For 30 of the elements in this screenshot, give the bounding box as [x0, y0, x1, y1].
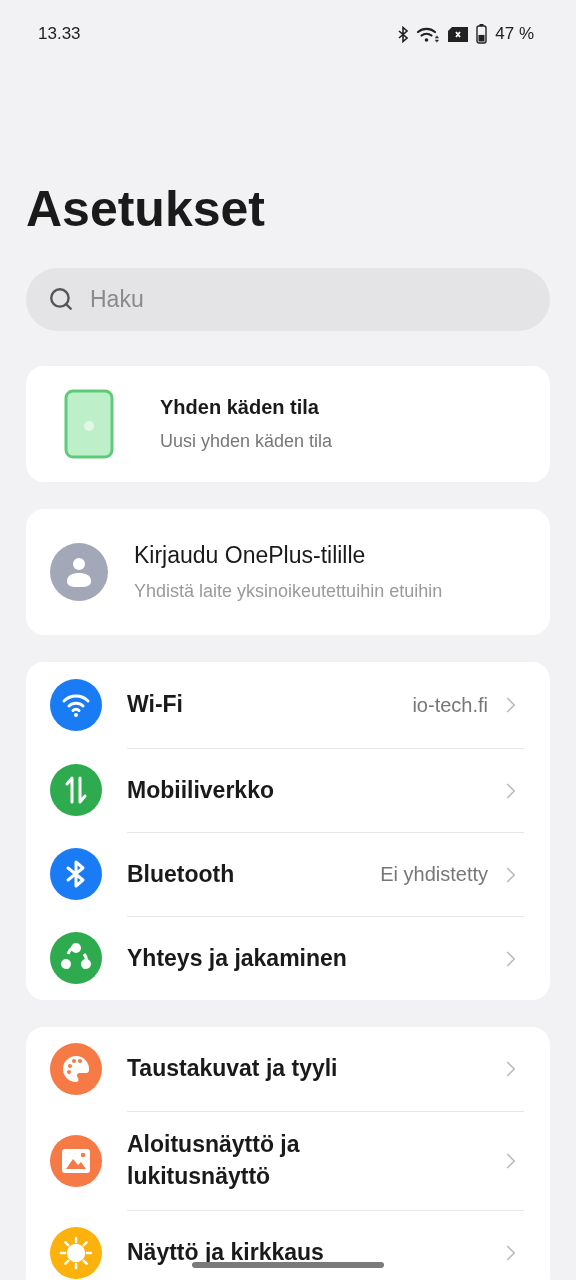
account-title: Kirjaudu OnePlus-tilille — [134, 542, 367, 569]
sun-icon — [59, 1235, 93, 1270]
wifi-icon — [61, 692, 91, 718]
setting-item[interactable]: Taustakuvat ja tyyli — [127, 1053, 498, 1085]
avatar-icon — [50, 543, 108, 601]
status-time: 13.33 — [38, 24, 81, 44]
battery-icon — [476, 24, 488, 44]
one-hand-mode-card[interactable]: Yhden käden tila Uusi yhden käden tila — [26, 366, 550, 482]
palette-icon — [61, 1054, 91, 1084]
card-subtitle: Uusi yhden käden tila — [160, 431, 333, 452]
image-icon — [61, 1147, 91, 1174]
bluetooth-icon — [65, 859, 87, 889]
setting-value: Ei yhdistetty — [380, 863, 488, 886]
card-title: Yhden käden tila — [160, 396, 320, 419]
account-subtitle: Yhdistä laite yksinoikeutettuihin etuihin — [134, 581, 443, 602]
battery-percentage: 47 % — [495, 24, 534, 44]
setting-item[interactable]: Mobiiliverkko — [127, 774, 498, 807]
sim-off-icon — [448, 26, 469, 42]
search-icon — [48, 286, 74, 312]
phone-icon — [64, 389, 114, 459]
setting-item[interactable]: Yhteys ja jakaminen — [127, 942, 498, 975]
account-card[interactable]: Kirjaudu OnePlus-tilille Yhdistä laite yksinoikeutettuihin etuihin — [26, 509, 550, 635]
setting-item[interactable]: Bluetooth — [127, 858, 381, 891]
setting-value: io-tech.fi — [412, 693, 488, 717]
page-title: Asetukset — [25, 180, 266, 234]
setting-item[interactable]: Wi-Fi — [127, 689, 413, 721]
setting-item[interactable]: Aloitusnäyttö ja lukitusnäyttö — [127, 1129, 498, 1193]
bluetooth-icon — [398, 25, 409, 43]
wifi-icon — [416, 25, 441, 43]
search-field[interactable]: Haku — [26, 268, 550, 331]
